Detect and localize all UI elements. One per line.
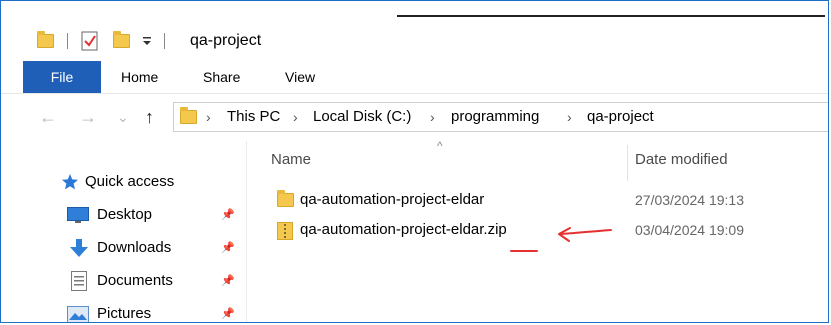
download-arrow-icon	[69, 239, 89, 262]
pin-icon[interactable]: 📌	[221, 232, 235, 264]
pin-icon[interactable]: 📌	[221, 265, 235, 297]
back-arrow-icon[interactable]: ←	[39, 99, 57, 135]
up-arrow-icon[interactable]: ↑	[145, 99, 154, 135]
nav-item-label: Downloads	[97, 239, 172, 256]
forward-arrow-icon[interactable]: →	[79, 99, 97, 135]
star-icon	[61, 174, 79, 194]
nav-item-label: Desktop	[97, 206, 153, 223]
document-icon	[71, 271, 87, 295]
tab-share[interactable]: Share	[203, 61, 240, 93]
file-list: ^ Name Date modified qa-automation-proje…	[247, 137, 828, 322]
red-annotation	[510, 227, 612, 252]
pin-icon[interactable]: 📌	[221, 199, 235, 231]
toolbar-separator	[67, 33, 68, 49]
navigation-pane: Quick access Desktop 📌 Downloads 📌 Docum…	[1, 137, 246, 322]
nav-item-pictures[interactable]: Pictures 📌	[1, 298, 246, 322]
tab-home[interactable]: Home	[121, 61, 158, 93]
pin-icon[interactable]: 📌	[221, 298, 235, 322]
nav-item-quick-access[interactable]: Quick access	[1, 166, 246, 198]
top-border-line	[397, 15, 825, 17]
address-box[interactable]: › This PC › Local Disk (C:) › programmin…	[173, 102, 828, 132]
breadcrumb-programming[interactable]: programming	[451, 103, 539, 131]
breadcrumb-this-pc[interactable]: This PC	[227, 103, 280, 131]
desktop-icon	[67, 207, 89, 228]
breadcrumb-qa-project[interactable]: qa-project	[587, 103, 654, 131]
address-folder-icon	[180, 107, 197, 124]
toolbar-separator	[164, 33, 165, 49]
nav-item-desktop[interactable]: Desktop 📌	[1, 199, 246, 231]
recent-locations-icon[interactable]: ⌄	[117, 99, 129, 135]
nav-item-downloads[interactable]: Downloads 📌	[1, 232, 246, 264]
nav-item-label: Documents	[97, 272, 173, 289]
title-bar: qa-project	[1, 21, 828, 61]
window-folder-icon	[37, 21, 54, 61]
pictures-icon	[67, 306, 89, 322]
breadcrumb-separator-icon[interactable]: ›	[567, 103, 572, 131]
breadcrumb-separator-icon[interactable]: ›	[293, 103, 298, 131]
window-title: qa-project	[190, 32, 262, 49]
breadcrumb-separator-icon[interactable]: ›	[206, 103, 211, 131]
properties-icon[interactable]	[81, 21, 99, 61]
tab-view[interactable]: View	[285, 61, 315, 93]
breadcrumb-separator-icon[interactable]: ›	[430, 103, 435, 131]
ribbon: File Home Share View	[1, 61, 828, 94]
address-bar-row: ← → ⌄ ↑ › This PC › Local Disk (C:) › pr…	[1, 99, 828, 135]
nav-item-documents[interactable]: Documents 📌	[1, 265, 246, 297]
new-folder-icon[interactable]	[113, 21, 130, 61]
breadcrumb-local-disk[interactable]: Local Disk (C:)	[313, 103, 411, 131]
tab-file[interactable]: File	[23, 61, 101, 93]
nav-item-label: Quick access	[85, 173, 175, 190]
nav-item-label: Pictures	[97, 305, 152, 322]
customize-toolbar-icon[interactable]	[141, 21, 153, 61]
explorer-window: qa-project File Home Share View ← → ⌄ ↑ …	[0, 0, 829, 323]
